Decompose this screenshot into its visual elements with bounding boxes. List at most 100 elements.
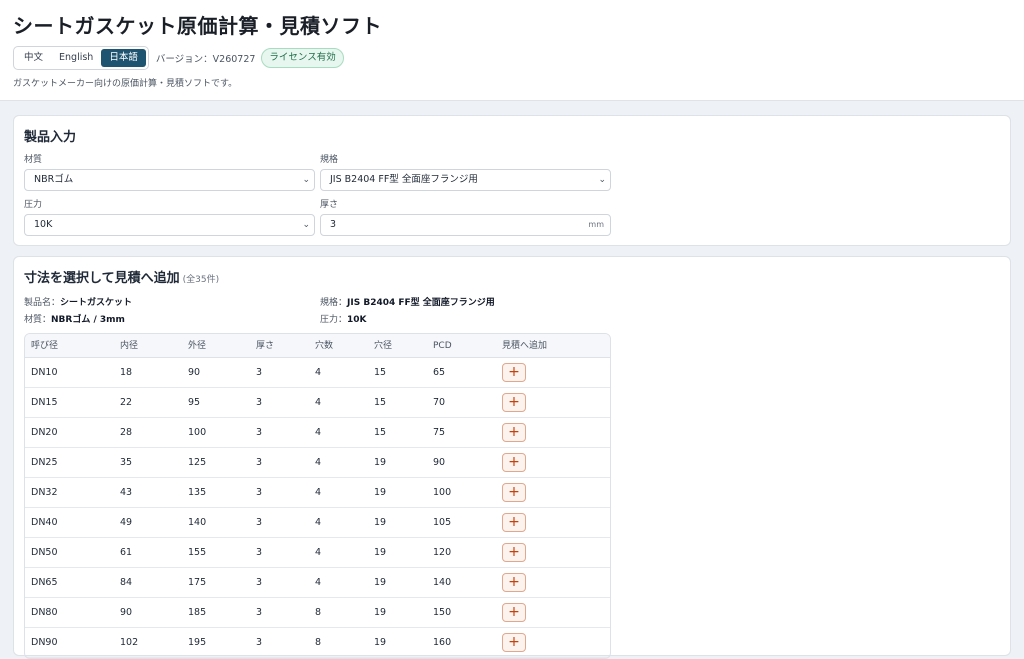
pcd-cell: 160 xyxy=(433,637,452,648)
hole-count-cell: 4 xyxy=(315,547,322,558)
add-to-quote-button[interactable]: + xyxy=(502,423,526,442)
outer-diameter-cell: 135 xyxy=(188,487,207,498)
pressure-select[interactable]: 10K ⌄ xyxy=(24,214,315,236)
hole-count-cell: 8 xyxy=(315,607,322,618)
col-outer-diameter: 外径 xyxy=(188,341,207,351)
lang-chinese-button[interactable]: 中文 xyxy=(16,49,51,67)
app-title: シートガスケット原価計算・見積ソフト xyxy=(13,14,382,38)
thickness-cell: 3 xyxy=(256,487,263,498)
thickness-label: 厚さ xyxy=(320,200,339,210)
lang-japanese-button[interactable]: 日本語 xyxy=(101,49,146,67)
hole-diameter-cell: 19 xyxy=(374,607,387,618)
inner-diameter-cell: 102 xyxy=(120,637,139,648)
pcd-cell: 90 xyxy=(433,457,446,468)
standard-select[interactable]: JIS B2404 FF型 全面座フランジ用 ⌄ xyxy=(320,169,611,191)
product-name-value: シートガスケット xyxy=(60,298,133,308)
col-add-to-quote: 見積へ追加 xyxy=(502,341,548,351)
col-hole-count: 穴数 xyxy=(315,341,334,351)
col-inner-diameter: 内径 xyxy=(120,341,139,351)
nominal-size-cell: DN65 xyxy=(31,577,58,588)
nominal-size-cell: DN25 xyxy=(31,457,58,468)
hole-diameter-cell: 15 xyxy=(374,367,387,378)
thickness-input[interactable]: 3 mm xyxy=(320,214,611,236)
standard-select-value: JIS B2404 FF型 全面座フランジ用 xyxy=(330,174,478,185)
add-to-quote-button[interactable]: + xyxy=(502,393,526,412)
size-table: 呼び径 内径 外径 厚さ 穴数 穴径 PCD 見積へ追加 DN10 18 90 3 4 1… xyxy=(24,333,611,659)
hole-diameter-cell: 19 xyxy=(374,487,387,498)
size-select-card: 寸法を選択して見積へ追加 (全35件) 製品名：シートガスケット 規格：JIS B… xyxy=(13,256,1011,659)
table-row: DN20 28 100 3 4 15 75 + xyxy=(25,418,610,448)
table-row: DN90 102 195 3 8 19 160 + xyxy=(25,628,610,658)
size-select-title: 寸法を選択して見積へ追加 (全35件) xyxy=(24,267,1000,286)
nominal-size-cell: DN15 xyxy=(31,397,58,408)
outer-diameter-cell: 155 xyxy=(188,547,207,558)
table-row: DN50 61 155 3 4 19 120 + xyxy=(25,538,610,568)
table-row: DN25 35 125 3 4 19 90 + xyxy=(25,448,610,478)
nominal-size-cell: DN80 xyxy=(31,607,58,618)
table-header: 呼び径 内径 外径 厚さ 穴数 穴径 PCD 見積へ追加 xyxy=(25,334,610,358)
table-body: DN10 18 90 3 4 15 65 + DN15 22 95 3 4 15 70 + DN20 28 100 3… xyxy=(25,358,610,658)
table-row: DN32 43 135 3 4 19 100 + xyxy=(25,478,610,508)
pcd-cell: 100 xyxy=(433,487,452,498)
language-switcher: 中文 English 日本語 xyxy=(13,46,149,70)
hole-diameter-cell: 15 xyxy=(374,427,387,438)
pressure-info: 圧力：10K xyxy=(320,312,367,325)
material-select[interactable]: NBRゴム ⌄ xyxy=(24,169,315,191)
table-row: DN40 49 140 3 4 19 105 + xyxy=(25,508,610,538)
product-input-title: 製品入力 xyxy=(24,130,77,145)
add-to-quote-button[interactable]: + xyxy=(502,453,526,472)
add-to-quote-button[interactable]: + xyxy=(502,513,526,532)
license-status-badge: ライセンス有効 xyxy=(261,48,344,68)
product-input-card: 製品入力 材質 NBRゴム ⌄ 規格 JIS B2404 FF型 全面座フランジ… xyxy=(13,115,1011,246)
add-to-quote-button[interactable]: + xyxy=(502,483,526,502)
hole-count-cell: 4 xyxy=(315,577,322,588)
table-row: DN15 22 95 3 4 15 70 + xyxy=(25,388,610,418)
nominal-size-cell: DN32 xyxy=(31,487,58,498)
hole-count-cell: 4 xyxy=(315,517,322,528)
add-to-quote-button[interactable]: + xyxy=(502,603,526,622)
pressure-info-value: 10K xyxy=(347,315,367,325)
hole-count-cell: 4 xyxy=(315,397,322,408)
app-description: ガスケットメーカー向けの原価計算・見積ソフトです。 xyxy=(13,79,238,89)
chevron-down-icon: ⌄ xyxy=(302,220,310,230)
nominal-size-cell: DN40 xyxy=(31,517,58,528)
pcd-cell: 70 xyxy=(433,397,446,408)
material-info-label: 材質： xyxy=(24,315,52,325)
inner-diameter-cell: 90 xyxy=(120,607,133,618)
pressure-info-label: 圧力： xyxy=(320,315,348,325)
thickness-cell: 3 xyxy=(256,457,263,468)
pcd-cell: 140 xyxy=(433,577,452,588)
hole-count-cell: 4 xyxy=(315,367,322,378)
nominal-size-cell: DN90 xyxy=(31,637,58,648)
add-to-quote-button[interactable]: + xyxy=(502,363,526,382)
hole-diameter-cell: 19 xyxy=(374,637,387,648)
version-label: バージョン：V260727 xyxy=(155,54,256,65)
inner-diameter-cell: 28 xyxy=(120,427,133,438)
hole-diameter-cell: 19 xyxy=(374,517,387,528)
add-to-quote-button[interactable]: + xyxy=(502,543,526,562)
nominal-size-cell: DN50 xyxy=(31,547,58,558)
hole-count-cell: 4 xyxy=(315,427,322,438)
hole-count-cell: 4 xyxy=(315,457,322,468)
chevron-down-icon: ⌄ xyxy=(302,175,310,185)
outer-diameter-cell: 195 xyxy=(188,637,207,648)
inner-diameter-cell: 35 xyxy=(120,457,133,468)
add-to-quote-button[interactable]: + xyxy=(502,573,526,592)
hole-diameter-cell: 19 xyxy=(374,457,387,468)
chevron-down-icon: ⌄ xyxy=(598,175,606,185)
inner-diameter-cell: 61 xyxy=(120,547,133,558)
thickness-cell: 3 xyxy=(256,577,263,588)
standard-info-value: JIS B2404 FF型 全面座フランジ用 xyxy=(347,298,495,308)
size-count: (全35件) xyxy=(182,275,220,285)
pcd-cell: 75 xyxy=(433,427,446,438)
col-thickness: 厚さ xyxy=(256,341,275,351)
inner-diameter-cell: 43 xyxy=(120,487,133,498)
lang-english-button[interactable]: English xyxy=(51,49,101,67)
inner-diameter-cell: 18 xyxy=(120,367,133,378)
pcd-cell: 65 xyxy=(433,367,446,378)
outer-diameter-cell: 90 xyxy=(188,367,201,378)
thickness-cell: 3 xyxy=(256,547,263,558)
pressure-select-value: 10K xyxy=(34,219,53,230)
inner-diameter-cell: 49 xyxy=(120,517,133,528)
pressure-label: 圧力 xyxy=(24,200,43,210)
